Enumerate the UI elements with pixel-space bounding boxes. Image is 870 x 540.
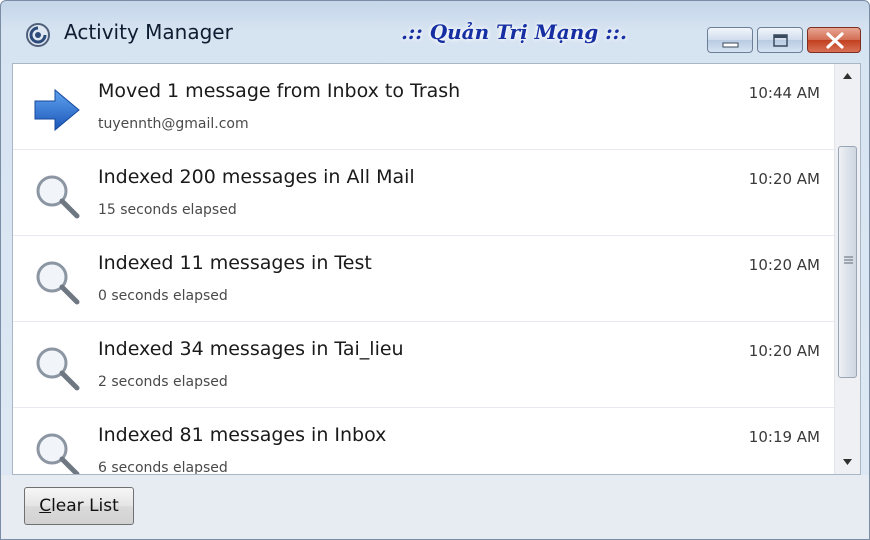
activity-time: 10:44 AM [748,84,820,102]
magnifier-icon [36,261,80,305]
grip-icon [844,256,853,264]
arrow-right-icon [34,88,80,132]
close-button[interactable] [807,27,861,53]
scroll-up-button[interactable] [835,64,860,88]
activity-title: Indexed 200 messages in All Mail [98,166,415,188]
caret-up-icon [843,73,852,79]
access-key-letter: C [39,496,52,516]
clear-list-label: lear List [51,496,119,516]
watermark-text: .:: Quản Trị Mạng ::. [401,20,627,44]
list-item[interactable]: Indexed 200 messages in All Mail 15 seco… [13,150,836,236]
activity-time: 10:20 AM [748,170,820,188]
activity-time: 10:20 AM [748,342,820,360]
activity-title: Indexed 11 messages in Test [98,252,372,274]
list-item[interactable]: Indexed 81 messages in Inbox 6 seconds e… [13,408,836,475]
activity-time: 10:20 AM [748,256,820,274]
activity-title: Moved 1 message from Inbox to Trash [98,80,461,102]
activity-title: Indexed 81 messages in Inbox [98,424,387,446]
list-item[interactable]: Moved 1 message from Inbox to Trash tuye… [13,64,836,150]
activity-time: 10:19 AM [748,428,820,446]
activity-subtitle: 15 seconds elapsed [98,202,237,218]
caret-down-icon [843,459,852,465]
maximize-icon [773,34,788,47]
activity-title: Indexed 34 messages in Tai_lieu [98,338,404,360]
magnifier-icon [36,175,80,219]
activity-manager-window: Activity Manager .:: Quản Trị Mạng ::. M… [0,0,870,540]
magnifier-icon [36,433,80,474]
maximize-button[interactable] [757,27,803,53]
scroll-down-button[interactable] [835,450,860,474]
minimize-icon [722,42,739,48]
activity-subtitle: 6 seconds elapsed [98,460,228,475]
window-title: Activity Manager [64,20,233,44]
close-icon [826,32,844,49]
app-icon [26,23,50,47]
activity-subtitle: 0 seconds elapsed [98,288,228,304]
list-item[interactable]: Indexed 34 messages in Tai_lieu 2 second… [13,322,836,408]
activity-subtitle: 2 seconds elapsed [98,374,228,390]
list-item[interactable]: Indexed 11 messages in Test 0 seconds el… [13,236,836,322]
activity-list[interactable]: Moved 1 message from Inbox to Trash tuye… [12,63,861,475]
activity-subtitle: tuyennth@gmail.com [98,116,249,132]
vertical-scrollbar[interactable] [834,64,860,474]
title-bar[interactable]: Activity Manager .:: Quản Trị Mạng ::. [1,1,869,63]
footer-bar: Clear List [1,475,869,539]
minimize-button[interactable] [707,27,753,53]
clear-list-button[interactable]: Clear List [24,487,134,525]
magnifier-icon [36,347,80,391]
scroll-thumb[interactable] [838,146,857,378]
